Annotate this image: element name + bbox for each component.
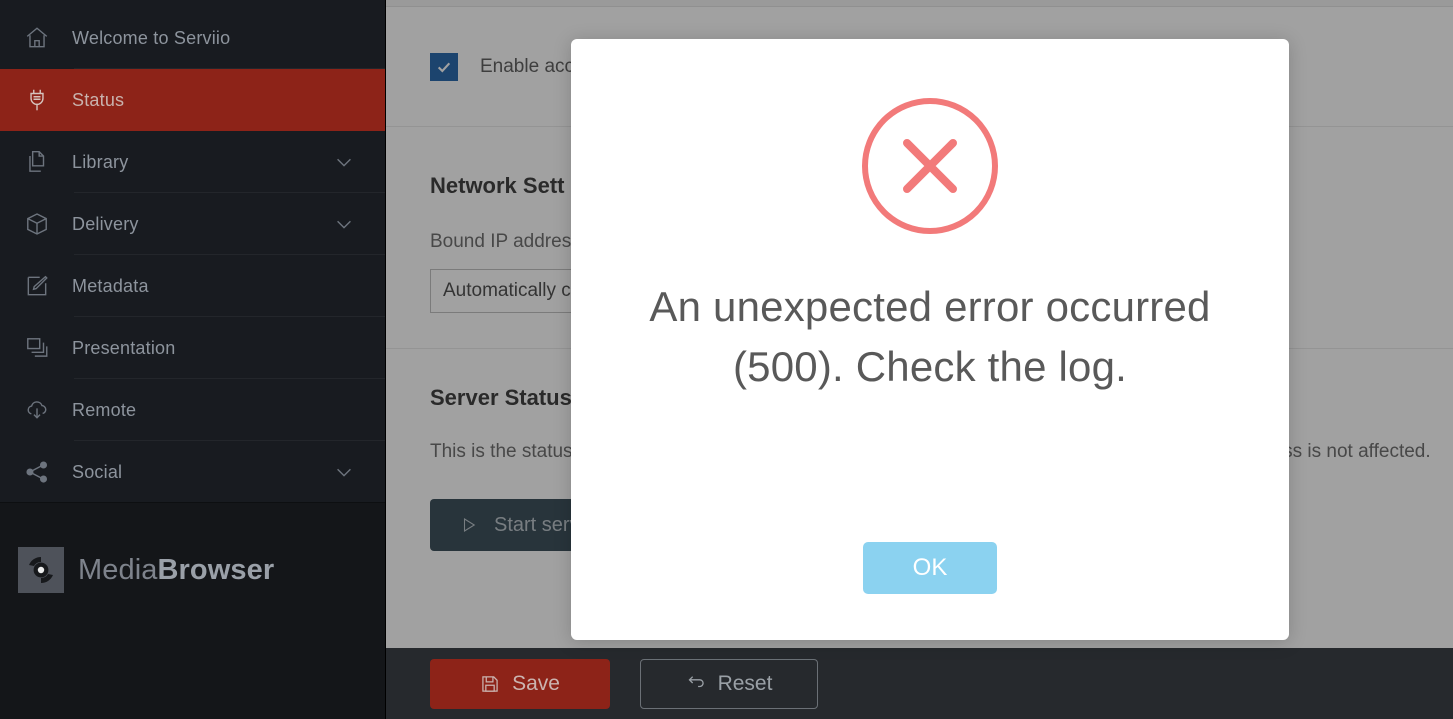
sidebar-item-label: Remote — [72, 399, 137, 420]
sidebar: Welcome to Serviio Status Library Delive… — [0, 0, 386, 719]
ok-button[interactable]: OK — [863, 542, 997, 594]
error-dialog: An unexpected error occurred (500). Chec… — [571, 39, 1289, 640]
chevron-down-icon[interactable] — [333, 461, 355, 483]
reset-arrow-icon — [686, 674, 706, 694]
sidebar-item-label: Status — [72, 89, 125, 110]
brand-name-bold: Browser — [157, 553, 275, 586]
save-label: Save — [512, 671, 560, 695]
sidebar-item-label: Metadata — [72, 275, 149, 296]
plug-icon — [14, 87, 60, 113]
sidebar-item-label: Library — [72, 151, 129, 172]
pencil-square-icon — [14, 273, 60, 299]
floppy-disk-icon — [480, 674, 500, 694]
sidebar-item-remote[interactable]: Remote — [0, 379, 385, 441]
sidebar-item-label: Social — [72, 461, 123, 482]
error-message: An unexpected error occurred (500). Chec… — [649, 283, 1211, 390]
sidebar-brand-area: MediaBrowser — [0, 502, 385, 719]
save-button[interactable]: Save — [430, 658, 610, 709]
sidebar-item-label: Delivery — [72, 213, 139, 234]
chevron-down-icon[interactable] — [333, 151, 355, 173]
files-icon — [14, 149, 60, 175]
form-footer: Save Reset — [386, 648, 1453, 719]
error-circle-x-icon — [571, 95, 1289, 237]
app-root: Welcome to Serviio Status Library Delive… — [0, 0, 1453, 719]
brand-name: MediaBrowser — [64, 554, 274, 587]
share-icon — [14, 459, 60, 485]
home-icon — [14, 25, 60, 51]
sidebar-item-delivery[interactable]: Delivery — [0, 193, 385, 255]
mediabrowser-logo-icon — [18, 547, 64, 593]
sidebar-item-metadata[interactable]: Metadata — [0, 255, 385, 317]
sidebar-item-welcome[interactable]: Welcome to Serviio — [0, 7, 385, 69]
cloud-download-icon — [14, 397, 60, 423]
sidebar-item-status[interactable]: Status — [0, 69, 385, 131]
reset-label: Reset — [717, 671, 773, 695]
brand-logo[interactable]: MediaBrowser — [18, 547, 274, 593]
layers-icon — [14, 335, 60, 361]
sidebar-item-label: Presentation — [72, 337, 176, 358]
sidebar-item-label: Welcome to Serviio — [72, 27, 231, 48]
chevron-down-icon[interactable] — [333, 213, 355, 235]
sidebar-item-social[interactable]: Social — [0, 441, 385, 503]
reset-button[interactable]: Reset — [640, 658, 818, 709]
sidebar-nav: Welcome to Serviio Status Library Delive… — [0, 7, 385, 503]
brand-name-light: Media — [78, 553, 158, 586]
sidebar-item-library[interactable]: Library — [0, 131, 385, 193]
sidebar-item-presentation[interactable]: Presentation — [0, 317, 385, 379]
box-icon — [14, 211, 60, 237]
dialog-actions: OK — [571, 542, 1289, 594]
